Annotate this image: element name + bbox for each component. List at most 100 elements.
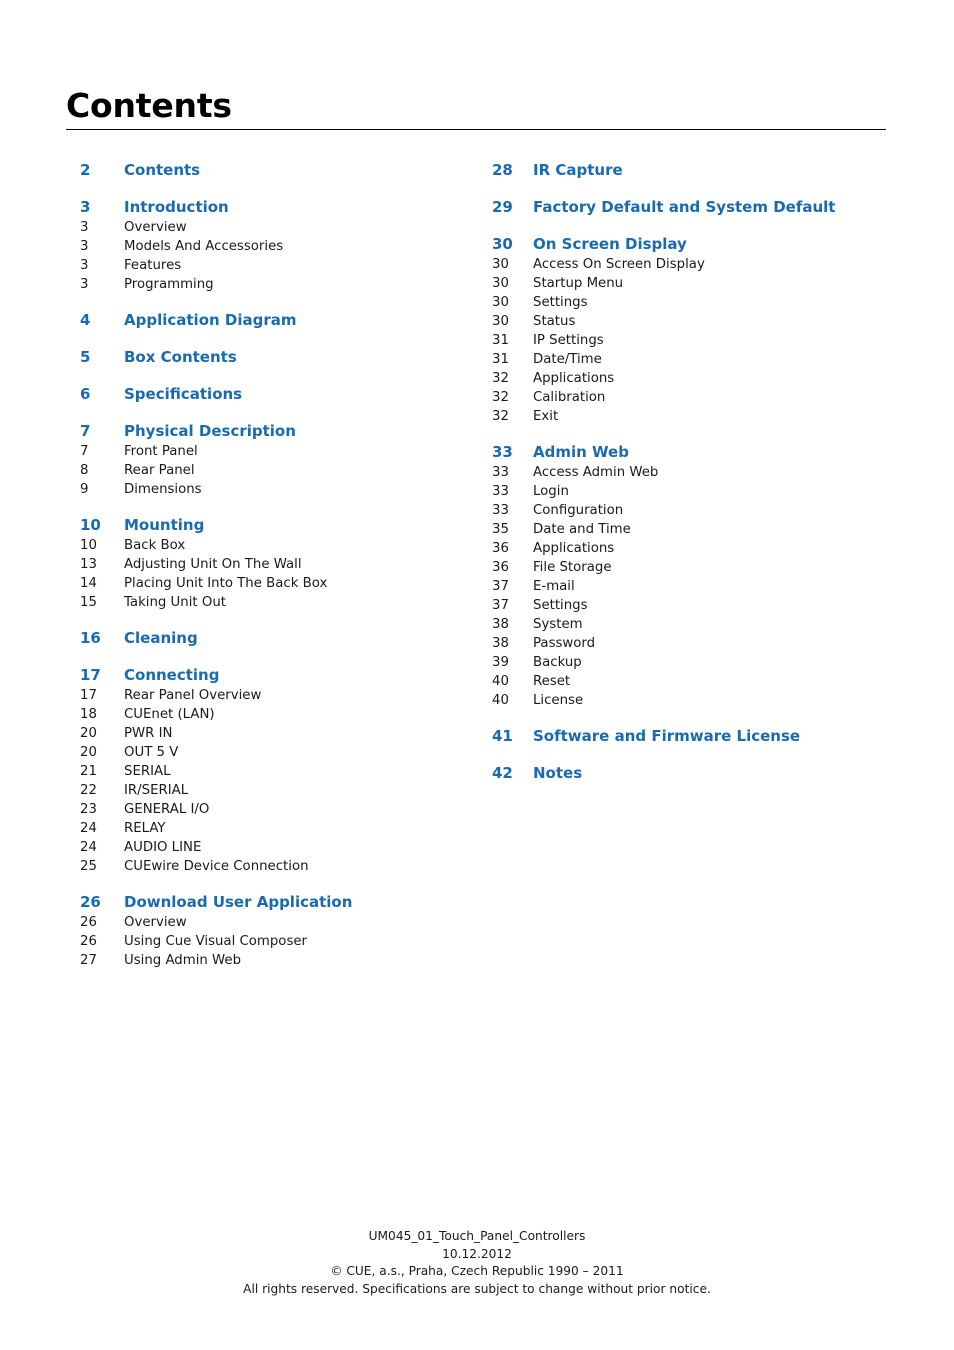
toc-sub-entry[interactable]: 26 Using Cue Visual Composer — [80, 932, 470, 951]
toc-sub-entry[interactable]: 30 Status — [492, 312, 892, 331]
toc-sub-entry[interactable]: 18 CUEnet (LAN) — [80, 705, 470, 724]
toc-page-number: 20 — [80, 726, 97, 741]
toc-entry-label: Overview — [124, 915, 187, 930]
toc-page-number: 33 — [492, 484, 509, 499]
toc-sub-entry[interactable]: 30 Startup Menu — [492, 274, 892, 293]
toc-chapter-entry[interactable]: 33 Admin Web — [492, 442, 892, 463]
toc-page-number: 2 — [80, 161, 91, 179]
toc-sub-entry[interactable]: 24 RELAY — [80, 819, 470, 838]
toc-chapter-entry[interactable]: 42 Notes — [492, 763, 892, 784]
toc-sub-entry[interactable]: 3 Programming — [80, 275, 470, 294]
toc-sub-entry[interactable]: 8 Rear Panel — [80, 461, 470, 480]
toc-chapter-entry[interactable]: 4 Application Diagram — [80, 310, 470, 331]
toc-sub-entry[interactable]: 10 Back Box — [80, 536, 470, 555]
toc-page-number: 3 — [80, 277, 89, 292]
toc-entry-label: AUDIO LINE — [124, 840, 202, 855]
toc-sub-entry[interactable]: 33 Configuration — [492, 501, 892, 520]
toc-sub-entry[interactable]: 31 IP Settings — [492, 331, 892, 350]
toc-chapter-entry[interactable]: 6 Specifications — [80, 384, 470, 405]
toc-page-number: 3 — [80, 258, 89, 273]
toc-sub-entry[interactable]: 32 Exit — [492, 407, 892, 426]
toc-chapter-entry[interactable]: 29 Factory Default and System Default — [492, 197, 892, 218]
toc-sub-entry[interactable]: 21 SERIAL — [80, 762, 470, 781]
toc-page-number: 26 — [80, 934, 97, 949]
toc-sub-entry[interactable]: 32 Applications — [492, 369, 892, 388]
toc-sub-entry[interactable]: 37 Settings — [492, 596, 892, 615]
toc-column-left: 2 Contents 3 Introduction 3 Overview 3 Models A… — [80, 160, 470, 970]
toc-page-number: 30 — [492, 295, 509, 310]
toc-sub-entry[interactable]: 38 System — [492, 615, 892, 634]
toc-entry-label: System — [533, 617, 583, 632]
toc-page-number: 37 — [492, 579, 509, 594]
toc-sub-entry[interactable]: 27 Using Admin Web — [80, 951, 470, 970]
toc-sub-entry[interactable]: 14 Placing Unit Into The Back Box — [80, 574, 470, 593]
toc-chapter-entry[interactable]: 10 Mounting — [80, 515, 470, 536]
toc-chapter-entry[interactable]: 7 Physical Description — [80, 421, 470, 442]
toc-entry-label: Backup — [533, 655, 582, 670]
toc-page-number: 33 — [492, 465, 509, 480]
toc-sub-entry[interactable]: 40 License — [492, 691, 892, 710]
toc-sub-entry[interactable]: 33 Access Admin Web — [492, 463, 892, 482]
toc-page-number: 35 — [492, 522, 509, 537]
toc-chapter-entry[interactable]: 3 Introduction — [80, 197, 470, 218]
toc-chapter-entry[interactable]: 30 On Screen Display — [492, 234, 892, 255]
toc-sub-entry[interactable]: 13 Adjusting Unit On The Wall — [80, 555, 470, 574]
toc-entry-label: Application Diagram — [124, 311, 297, 329]
toc-page-number: 40 — [492, 674, 509, 689]
toc-sub-entry[interactable]: 20 OUT 5 V — [80, 743, 470, 762]
toc-entry-label: IR Capture — [533, 161, 623, 179]
toc-page-number: 40 — [492, 693, 509, 708]
title-divider — [66, 129, 886, 130]
toc-chapter-entry[interactable]: 41 Software and Firmware License — [492, 726, 892, 747]
toc-sub-entry[interactable]: 40 Reset — [492, 672, 892, 691]
toc-sub-entry[interactable]: 37 E-mail — [492, 577, 892, 596]
toc-page-number: 30 — [492, 314, 509, 329]
toc-sub-entry[interactable]: 20 PWR IN — [80, 724, 470, 743]
toc-chapter-entry[interactable]: 17 Connecting — [80, 665, 470, 686]
toc-entry-label: IP Settings — [533, 333, 604, 348]
toc-sub-entry[interactable]: 23 GENERAL I/O — [80, 800, 470, 819]
toc-entry-label: Using Admin Web — [124, 953, 242, 968]
toc-sub-entry[interactable]: 33 Login — [492, 482, 892, 501]
toc-sub-entry[interactable]: 7 Front Panel — [80, 442, 470, 461]
toc-chapter-entry[interactable]: 2 Contents — [80, 160, 470, 181]
toc-entry-label: Front Panel — [124, 444, 198, 459]
toc-sub-entry[interactable]: 24 AUDIO LINE — [80, 838, 470, 857]
toc-page-number: 24 — [80, 821, 97, 836]
toc-sub-entry[interactable]: 36 File Storage — [492, 558, 892, 577]
toc-page-number: 9 — [80, 482, 89, 497]
toc-chapter-entry[interactable]: 26 Download User Application — [80, 892, 470, 913]
toc-page-number: 15 — [80, 595, 97, 610]
toc-entry-label: Adjusting Unit On The Wall — [124, 557, 302, 572]
toc-sub-entry[interactable]: 22 IR/SERIAL — [80, 781, 470, 800]
toc-sub-entry[interactable]: 36 Applications — [492, 539, 892, 558]
toc-entry-label: OUT 5 V — [124, 745, 179, 760]
toc-page-number: 28 — [492, 161, 513, 179]
toc-chapter-entry[interactable]: 16 Cleaning — [80, 628, 470, 649]
footer-copyright: © CUE, a.s., Praha, Czech Republic 1990 … — [330, 1264, 624, 1278]
toc-sub-entry[interactable]: 35 Date and Time — [492, 520, 892, 539]
toc-page-number: 20 — [80, 745, 97, 760]
toc-sub-entry[interactable]: 32 Calibration — [492, 388, 892, 407]
toc-entry-label: Configuration — [533, 503, 624, 518]
toc-sub-entry[interactable]: 30 Settings — [492, 293, 892, 312]
toc-sub-entry[interactable]: 25 CUEwire Device Connection — [80, 857, 470, 876]
toc-sub-entry[interactable]: 26 Overview — [80, 913, 470, 932]
toc-entry-label: Connecting — [124, 666, 220, 684]
toc-sub-entry[interactable]: 31 Date/Time — [492, 350, 892, 369]
toc-sub-entry[interactable]: 3 Features — [80, 256, 470, 275]
toc-chapter-entry[interactable]: 5 Box Contents — [80, 347, 470, 368]
toc-sub-entry[interactable]: 9 Dimensions — [80, 480, 470, 499]
toc-sub-entry[interactable]: 38 Password — [492, 634, 892, 653]
page-footer: UM045_01_Touch_Panel_Controllers 10.12.2… — [0, 1228, 954, 1298]
toc-sub-entry[interactable]: 3 Models And Accessories — [80, 237, 470, 256]
toc-sub-entry[interactable]: 30 Access On Screen Display — [492, 255, 892, 274]
toc-sub-entry[interactable]: 15 Taking Unit Out — [80, 593, 470, 612]
toc-chapter-entry[interactable]: 28 IR Capture — [492, 160, 892, 181]
toc-entry-label: Specifications — [124, 385, 243, 403]
toc-sub-entry[interactable]: 39 Backup — [492, 653, 892, 672]
toc-sub-entry[interactable]: 17 Rear Panel Overview — [80, 686, 470, 705]
toc-page-number: 32 — [492, 409, 509, 424]
toc-sub-entry[interactable]: 3 Overview — [80, 218, 470, 237]
toc-entry-label: Rear Panel — [124, 463, 195, 478]
